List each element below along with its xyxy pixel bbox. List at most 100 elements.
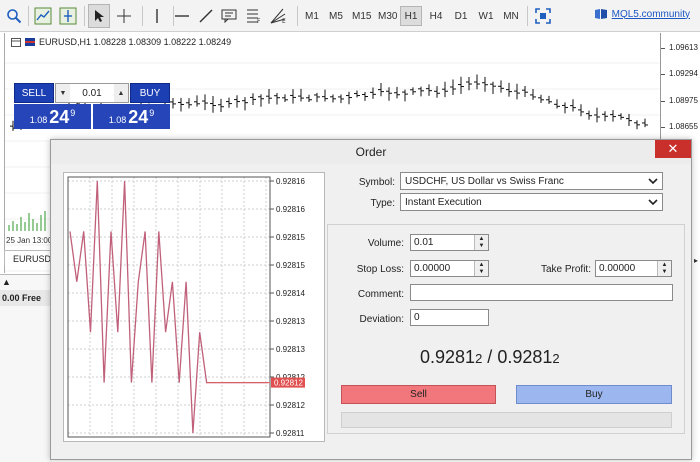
chevron-down-icon [648,178,658,185]
text-label-icon[interactable] [219,4,239,28]
symbol-select-value: USDCHF, US Dollar vs Swiss Franc [405,175,564,187]
timeframe-m5[interactable]: M5 [325,6,347,26]
fibonacci-icon[interactable]: F [244,4,264,28]
tick-axis-label: 0.92813 [276,317,305,326]
ask-price-fraction: 2 [552,351,560,366]
gann-icon[interactable]: E [268,4,290,28]
chart-shift-icon[interactable] [32,4,54,28]
down-arrow-icon[interactable]: ▼ [658,268,671,276]
down-arrow-icon[interactable]: ▼ [475,242,488,250]
comment-label: Comment: [357,289,404,300]
type-label: Type: [370,198,395,209]
order-dialog: Order ✕ 0.92816 0.92816 0.92815 0.92815 0.92… [50,139,692,460]
tick-series-line [69,180,268,434]
symbol-select[interactable]: USDCHF, US Dollar vs Swiss Franc [400,172,663,190]
up-arrow-icon[interactable]: ▲ [475,261,488,269]
timeframe-w1[interactable]: W1 [475,6,497,26]
price-scale-label: 1.08975 [661,96,698,105]
tick-axis-label: 0.92815 [276,261,305,270]
toolbar: F E M1 M5 M15 M30 H1 H4 D1 W1 MN MQL5.co… [0,0,700,32]
type-select[interactable]: Instant Execution [400,193,663,211]
close-button[interactable]: ✕ [655,140,691,158]
sell-button[interactable]: Sell [341,385,496,404]
timeframe-h4[interactable]: H4 [425,6,447,26]
window-icon [11,37,21,47]
timeframe-m15[interactable]: M15 [349,6,374,26]
stop-loss-stepper[interactable]: 0.00000 ▲ ▼ [410,260,489,277]
up-arrow-icon[interactable]: ▲ [658,261,671,269]
tick-axis-label: 0.92812 [276,401,305,410]
current-price-label: 0.92812 [274,379,303,388]
down-arrow-icon[interactable]: ▼ [475,268,488,276]
chart-title: EURUSD,H1 1.08228 1.08309 1.08222 1.0824… [11,37,231,47]
mql5-community-label: MQL5.community [611,8,690,20]
svg-text:F: F [257,18,261,24]
tick-chart-plot: 0.92816 0.92816 0.92815 0.92815 0.92814 0.928… [67,176,305,438]
tick-chart: 0.92816 0.92816 0.92815 0.92815 0.92814 0.928… [63,172,325,442]
volume-increase-icon[interactable]: ▲ [114,84,128,102]
bid-ask-quote: 0.92812 / 0.92812 [420,347,560,368]
timeframe-m30[interactable]: M30 [375,6,400,26]
time-axis-label: 25 Jan 13:00 [6,236,53,245]
volume-stepper-arrows[interactable]: ▲ ▼ [474,235,488,250]
price-scale-label: 1.09613 [661,43,698,52]
mql5-community-link[interactable]: MQL5.community [594,8,690,20]
vertical-line-icon[interactable] [147,4,167,28]
crosshair-icon[interactable] [114,4,134,28]
fullscreen-icon[interactable] [532,4,554,28]
one-click-sell-price[interactable]: 1.08 24 9 [14,104,91,129]
symbol-label: Symbol: [358,177,395,188]
tick-axis-label: 0.92816 [276,177,305,186]
timeframe-mn[interactable]: MN [500,6,522,26]
up-arrow-icon[interactable]: ▲ [475,235,488,243]
volume-stepper[interactable]: 0.01 ▲ ▼ [410,234,489,251]
take-profit-label: Take Profit: [540,264,591,275]
stop-loss-value: 0.00000 [414,263,451,274]
timeframe-d1[interactable]: D1 [450,6,472,26]
cursor-icon[interactable] [88,4,110,28]
chart-symbol-ohlc: EURUSD,H1 1.08228 1.08309 1.08222 1.0824… [39,37,232,47]
scroll-right-icon[interactable]: ▸ [694,256,698,265]
tick-axis-label: 0.92816 [276,205,305,214]
take-profit-stepper-arrows[interactable]: ▲ ▼ [657,261,671,276]
bid-price: 0.9281 [420,347,476,367]
timeframe-m1[interactable]: M1 [301,6,323,26]
one-click-trading-panel: SELL ▼ 0.01 ▲ BUY 1.08 24 9 1.08 24 9 [14,83,170,129]
one-click-buy-price[interactable]: 1.08 24 9 [93,104,170,129]
take-profit-stepper[interactable]: 0.00000 ▲ ▼ [595,260,672,277]
chart-tab-eurusd[interactable]: EURUSD [4,250,52,266]
one-click-volume-field[interactable]: ▼ 0.01 ▲ [55,83,129,103]
svg-text:E: E [282,18,286,24]
ask-price: 0.9281 [497,347,553,367]
chevron-down-icon [648,199,658,206]
price-scale-label: 1.08655 [661,122,698,131]
comment-input[interactable] [410,284,673,301]
horizontal-line-icon[interactable] [171,4,193,28]
stop-loss-stepper-arrows[interactable]: ▲ ▼ [474,261,488,276]
tick-axis-label: 0.92813 [276,345,305,354]
community-icon [594,9,607,19]
stop-loss-label: Stop Loss: [356,264,404,275]
buy-price-prefix: 1.08 [108,115,127,125]
buy-button[interactable]: Buy [516,385,672,404]
deviation-label: Deviation: [359,314,404,325]
one-click-sell-button[interactable]: SELL [14,83,54,103]
one-click-volume-value[interactable]: 0.01 [70,84,114,102]
balance-strip: 0.00 Free [0,290,52,306]
flag-icon [25,38,35,46]
tick-axis-label: 0.92814 [276,289,305,298]
trendline-icon[interactable] [196,4,216,28]
volume-decrease-icon[interactable]: ▼ [56,84,70,102]
quote-separator: / [482,347,498,367]
type-select-value: Instant Execution [405,196,482,208]
timeframe-h1[interactable]: H1 [400,6,422,26]
volume-label: Volume: [367,238,404,249]
buy-price-fraction: 9 [149,108,155,118]
tick-axis-label: 0.92815 [276,233,305,242]
deviation-input[interactable]: 0 [410,309,489,326]
one-click-buy-button[interactable]: BUY [130,83,170,103]
volume-value: 0.01 [414,237,434,248]
sell-price-pips: 24 [49,107,70,127]
zoom-in-icon[interactable] [4,4,24,28]
autoscroll-icon[interactable] [57,4,79,28]
